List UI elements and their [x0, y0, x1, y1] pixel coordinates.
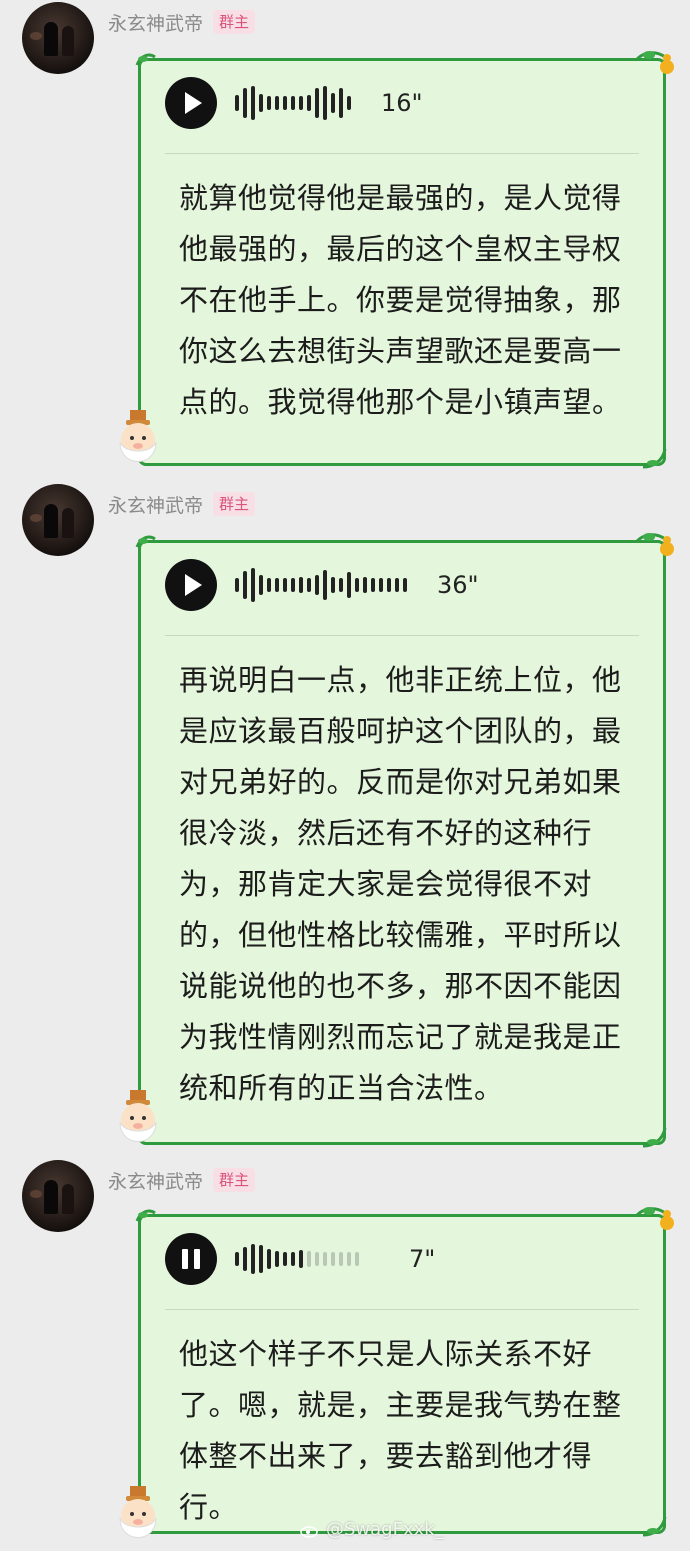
- voice-player: 36": [165, 557, 479, 613]
- watermark-text: @SwagFxxk_: [326, 1519, 444, 1540]
- pause-button[interactable]: [165, 1233, 217, 1285]
- play-button[interactable]: [165, 559, 217, 611]
- waveform[interactable]: [235, 83, 355, 123]
- divider: [165, 635, 639, 636]
- divider: [165, 153, 639, 154]
- voice-duration: 16": [381, 89, 423, 117]
- vine-corner-icon: [135, 53, 156, 66]
- message: 永玄神武帝 群主 36" 再说明白一点，他非正统上位，他是应该最百般呵护这个团队…: [0, 482, 690, 1152]
- voice-message-bubble[interactable]: 7" 他这个样子不只是人际关系不好了。嗯，就是，主要是我气势在整体整不出来了，要…: [135, 1207, 674, 1537]
- pause-icon: [194, 1249, 200, 1269]
- sender-name: 永玄神武帝: [108, 494, 204, 517]
- vine-corner-icon: [642, 1127, 667, 1148]
- mascot-old-man-icon: [119, 1486, 157, 1538]
- voice-transcript: 他这个样子不只是人际关系不好了。嗯，就是，主要是我气势在整体整不出来了，要去豁到…: [179, 1337, 622, 1524]
- pause-icon: [182, 1249, 188, 1269]
- waveform[interactable]: [235, 1239, 363, 1279]
- voice-duration: 7": [409, 1245, 436, 1273]
- sender-name: 永玄神武帝: [108, 12, 204, 35]
- sender-row: 永玄神武帝 群主: [108, 1166, 256, 1194]
- sender-name: 永玄神武帝: [108, 1170, 204, 1193]
- voice-message-bubble[interactable]: 36" 再说明白一点，他非正统上位，他是应该最百般呵护这个团队的，最对兄弟好的。…: [135, 533, 674, 1148]
- waveform[interactable]: [235, 565, 411, 605]
- mascot-old-man-icon: [119, 1090, 157, 1142]
- role-badge: 群主: [213, 492, 256, 516]
- gourd-corner-icon: [635, 533, 674, 556]
- vine-corner-icon: [135, 1209, 156, 1222]
- avatar[interactable]: [22, 2, 94, 74]
- voice-player: 16": [165, 75, 423, 131]
- avatar[interactable]: [22, 1160, 94, 1232]
- play-button[interactable]: [165, 77, 217, 129]
- sender-row: 永玄神武帝 群主: [108, 490, 256, 518]
- watermark: @SwagFxxk_: [300, 1519, 444, 1540]
- voice-message-bubble[interactable]: 16" 就算他觉得他是最强的，是人觉得他最强的，最后的这个皇权主导权不在他手上。…: [135, 51, 674, 469]
- voice-duration: 36": [437, 571, 479, 599]
- message: 永玄神武帝 群主 7" 他这个样子不只是人际关系不好了。嗯，就是，主要是我气势在…: [0, 1158, 690, 1551]
- voice-transcript: 就算他觉得他是最强的，是人觉得他最强的，最后的这个皇权主导权不在他手上。你要是觉…: [179, 181, 622, 419]
- play-icon: [185, 92, 202, 114]
- voice-player: 7": [165, 1231, 435, 1287]
- play-icon: [185, 574, 202, 596]
- mascot-old-man-icon: [119, 410, 157, 462]
- role-badge: 群主: [213, 10, 256, 34]
- weibo-icon: [300, 1525, 318, 1538]
- role-badge: 群主: [213, 1168, 256, 1192]
- message: 永玄神武帝 群主 16" 就算他觉得他是最强的，是人觉得他最强的，最后的这个皇权…: [0, 0, 690, 475]
- vine-corner-icon: [642, 448, 667, 469]
- vine-corner-icon: [642, 1516, 667, 1537]
- sender-row: 永玄神武帝 群主: [108, 8, 256, 36]
- gourd-corner-icon: [635, 51, 674, 74]
- divider: [165, 1309, 639, 1310]
- avatar[interactable]: [22, 484, 94, 556]
- gourd-corner-icon: [635, 1207, 674, 1230]
- vine-corner-icon: [135, 535, 156, 548]
- voice-transcript: 再说明白一点，他非正统上位，他是应该最百般呵护这个团队的，最对兄弟好的。反而是你…: [179, 663, 622, 1105]
